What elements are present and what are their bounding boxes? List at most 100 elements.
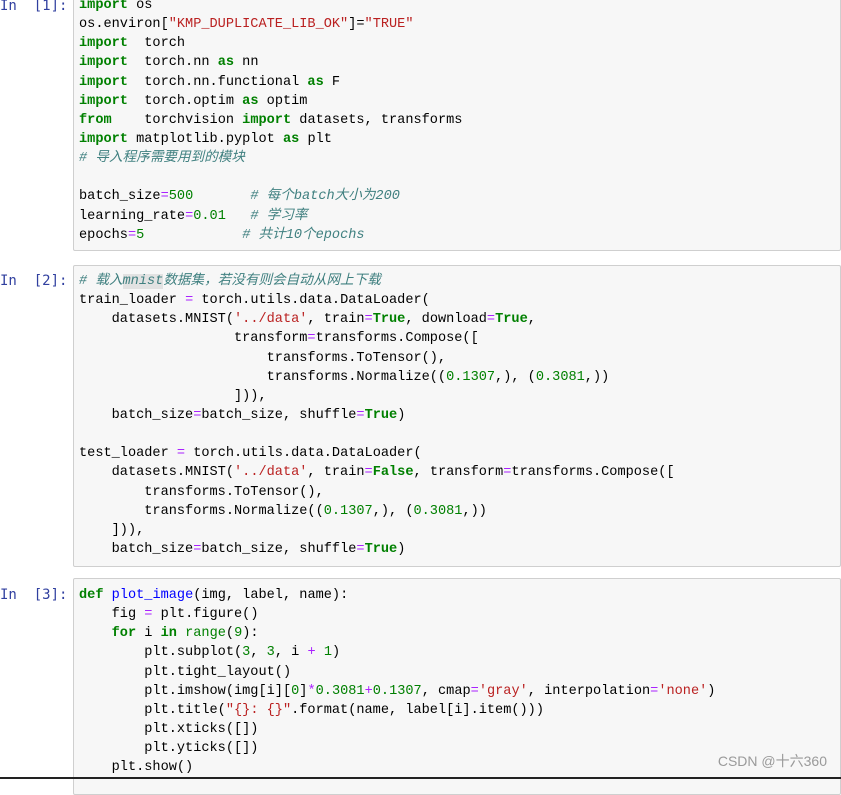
- code-token: import: [79, 93, 128, 109]
- code-token: test_loader: [79, 446, 177, 462]
- code-token: as: [217, 55, 235, 71]
- code-line: import matplotlib.pyplot as plt: [79, 130, 462, 149]
- code-line: # 载入mnist数据集，若没有则会自动从网上下载: [79, 272, 675, 291]
- code-token: plot_image: [111, 588, 194, 603]
- code-token: True: [364, 407, 398, 423]
- cell-prompt: In [3]:: [0, 587, 68, 603]
- code-token: plt.show(): [79, 760, 194, 776]
- code-line: import torch.nn.functional as F: [79, 73, 462, 92]
- code-line: transform=transforms.Compose([: [79, 329, 675, 348]
- code-token: plt.imshow(img[i][: [79, 683, 292, 699]
- code-token: # 学习率: [250, 208, 308, 224]
- code-token: ): [397, 407, 406, 423]
- code-token: 0.01: [193, 208, 226, 224]
- code-token: ,: [527, 312, 536, 328]
- code-token: as: [242, 93, 259, 109]
- code-token: True: [495, 312, 528, 328]
- code-token: , train: [307, 312, 365, 328]
- code-token: =: [356, 407, 365, 423]
- code-token: plt.tight_layout(): [79, 664, 292, 680]
- code-token: plt.subplot(: [79, 645, 243, 661]
- code-token: train_loader: [79, 293, 186, 309]
- code-token: 0.3081: [315, 683, 365, 699]
- code-token: , download: [405, 312, 487, 328]
- code-token: # 导入程序需要用到的模块: [79, 151, 245, 167]
- code-line: for i in range(9):: [79, 624, 715, 643]
- code-line: plt.yticks([]): [79, 739, 715, 758]
- code-line: ])),: [79, 387, 675, 406]
- code-token: ):: [242, 626, 259, 642]
- code-token: plt: [299, 131, 332, 147]
- code-line: import torch: [79, 34, 462, 53]
- code-token: as: [307, 74, 324, 90]
- code-token: 数据集，若没有则会自动从网上下载: [163, 274, 381, 289]
- code-line: os.environ["KMP_DUPLICATE_LIB_OK"]="TRUE…: [79, 15, 462, 34]
- code-token: =: [185, 208, 194, 224]
- code-token: # 每个batch大小为200: [250, 189, 400, 205]
- code-token: datasets.MNIST(: [79, 312, 234, 328]
- code-token: , i: [274, 645, 308, 661]
- code-editor[interactable]: def plot_image(img, label, name): fig = …: [79, 586, 715, 777]
- code-token: 500: [168, 189, 194, 205]
- code-token: import: [242, 112, 292, 128]
- code-line: plt.imshow(img[i][0]*0.3081+0.1307, cmap…: [79, 682, 715, 701]
- code-token: plt.title(: [79, 702, 226, 718]
- code-token: False: [372, 465, 414, 481]
- code-token: , transform: [413, 465, 504, 481]
- code-token: ,: [250, 645, 267, 661]
- code-token: # 载入: [79, 274, 123, 289]
- code-token: optim: [258, 93, 308, 109]
- code-line: transforms.Normalize((0.1307,), (0.3081,…: [79, 502, 675, 521]
- code-line: datasets.MNIST('../data', train=False, t…: [79, 463, 675, 482]
- code-token: transforms.ToTensor(),: [79, 350, 447, 366]
- code-editor[interactable]: import os os.environ["KMP_DUPLICATE_LIB_O…: [79, 0, 462, 245]
- code-token: "KMP_DUPLICATE_LIB_OK": [168, 17, 349, 33]
- code-token: batch_size: [79, 407, 194, 423]
- code-token: 3: [266, 645, 275, 661]
- code-line: def plot_image(img, label, name):: [79, 586, 715, 605]
- code-line: learning_rate=0.01 # 学习率: [79, 207, 462, 226]
- code-token: , interpolation: [527, 683, 651, 699]
- code-token: in: [160, 626, 177, 642]
- code-token: ])),: [79, 388, 267, 404]
- code-token: torch.optim: [127, 93, 243, 109]
- code-line: transforms.ToTensor(),: [79, 483, 675, 502]
- code-token: # 共计10个epochs: [242, 227, 365, 243]
- code-token: ,), (: [372, 503, 414, 519]
- code-line: test_loader = torch.utils.data.DataLoade…: [79, 444, 675, 463]
- code-token: =: [127, 227, 137, 243]
- code-line: fig = plt.figure(): [79, 605, 715, 624]
- code-token: =: [176, 446, 186, 462]
- code-token: from: [79, 112, 112, 128]
- code-token: import: [79, 74, 128, 90]
- code-token: torch: [127, 36, 186, 52]
- code-token: 0.1307: [372, 683, 422, 699]
- code-token: range: [185, 626, 226, 642]
- code-token: import: [79, 55, 128, 71]
- code-token: import: [79, 131, 128, 147]
- code-editor[interactable]: # 载入mnist数据集，若没有则会自动从网上下载 train_loader = …: [79, 272, 675, 559]
- code-line: batch_size=batch_size, shuffle=True): [79, 540, 675, 559]
- code-token: =: [364, 465, 373, 481]
- code-token: matplotlib.pyplot: [127, 131, 283, 147]
- code-line: transforms.Normalize((0.1307,), (0.3081,…: [79, 368, 675, 387]
- code-token: def: [79, 588, 104, 603]
- code-token: for: [111, 626, 137, 642]
- code-token: i: [136, 626, 161, 642]
- code-line: datasets.MNIST('../data', train=True, do…: [79, 310, 675, 329]
- code-line: transforms.ToTensor(),: [79, 349, 675, 368]
- code-token: ,), (: [495, 369, 536, 385]
- code-token: nn: [234, 55, 259, 71]
- code-line: from torchvision import datasets, transf…: [79, 111, 462, 130]
- code-token: 'gray': [478, 683, 528, 699]
- code-token: =: [307, 331, 316, 347]
- cell-prompt: In [2]:: [0, 273, 68, 289]
- code-token: transforms.Normalize((: [79, 369, 447, 385]
- code-token: "TRUE": [364, 17, 414, 33]
- code-token: ])),: [79, 522, 145, 538]
